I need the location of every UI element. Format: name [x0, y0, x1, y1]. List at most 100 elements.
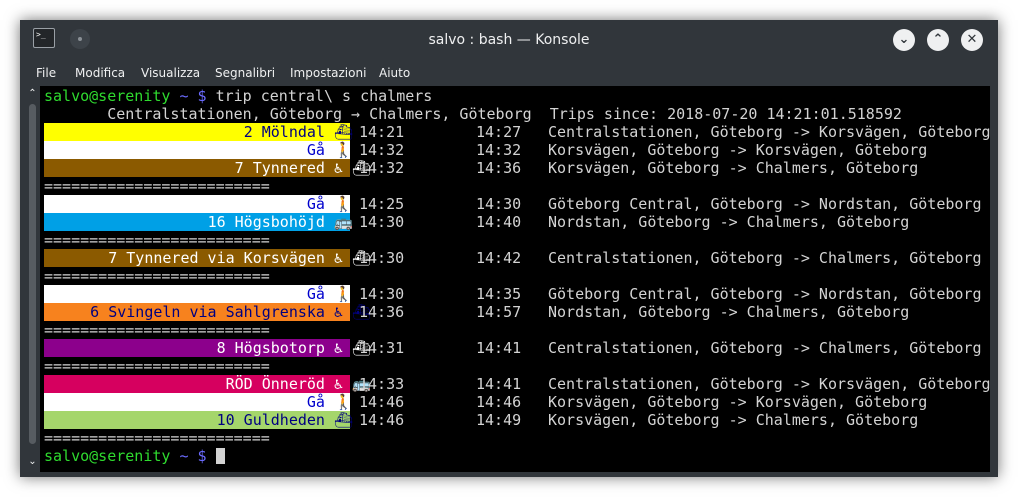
arrival-time: 14:30	[476, 195, 522, 213]
tram-icon: ⛴	[334, 411, 354, 429]
arrival-time: 14:36	[476, 159, 522, 177]
walk-icon: 🚶	[334, 285, 353, 303]
scrollbar[interactable]: ⌃ ⌄	[25, 86, 40, 472]
command-line: salvo@serenity ~ $ trip central\ s chalm…	[44, 87, 432, 105]
arrival-time: 14:27	[476, 123, 522, 141]
menu-segnalibri[interactable]: Segnalibri	[215, 62, 275, 84]
tram-icon: ♿ ⛴	[334, 303, 372, 321]
tram-icon: ♿ ⛴	[334, 339, 372, 357]
route-text: Centralstationen, Göteborg -> Chalmers, …	[548, 249, 982, 267]
command-text: trip central\ s chalmers	[215, 87, 433, 105]
trip-leg-row: 10 Guldheden ⛴ 14:46 14:49 Korsvägen, Göteb…	[44, 411, 994, 429]
line-badge: 6 Svingeln via Sahlgrenska ♿ ⛴	[44, 303, 372, 321]
departure-time: 14:33	[359, 375, 405, 393]
line-name: Gå	[306, 393, 334, 411]
walk-icon: 🚶	[334, 195, 353, 213]
menu-visualizza[interactable]: Visualizza	[141, 62, 200, 84]
arrival-time: 14:46	[476, 393, 522, 411]
trip-leg-row: Gå 🚶 14:32 14:32 Korsvägen, Göteborg -> Kor…	[44, 141, 994, 159]
prompt-path: ~	[179, 87, 189, 105]
line-name: 2 Mölndal	[243, 123, 334, 141]
menu-impostazioni[interactable]: Impostazioni	[290, 62, 366, 84]
window-title: salvo : bash — Konsole	[428, 32, 590, 48]
departure-time: 14:30	[359, 249, 405, 267]
prompt-path: ~	[179, 447, 189, 465]
prompt-symbol: $	[197, 447, 207, 465]
trip-leg-row: Gå 🚶 14:46 14:46 Korsvägen, Göteborg -> Kor…	[44, 393, 994, 411]
menu-bar: File Modifica Visualizza Segnalibri Impo…	[20, 62, 998, 84]
trip-header: Centralstationen, Göteborg → Chalmers, G…	[44, 105, 902, 123]
trip-leg-row: 7 Tynnered via Korsvägen ♿ ⛴ 14:30 14:42 Ce…	[44, 249, 994, 267]
line-badge: 7 Tynnered ♿ ⛴	[44, 159, 372, 177]
departure-time: 14:46	[359, 411, 405, 429]
menu-aiuto[interactable]: Aiuto	[379, 62, 410, 84]
route-text: Göteborg Central, Göteborg -> Nordstan, …	[548, 195, 982, 213]
close-button[interactable]: ✕	[961, 29, 983, 51]
line-badge: 16 Högsbohöjd 🚌	[44, 213, 353, 231]
text-cursor[interactable]	[215, 448, 225, 464]
scroll-down-icon[interactable]: ⌄	[27, 456, 38, 468]
prompt-user-host: salvo@serenity	[44, 447, 171, 465]
line-name: Gå	[306, 285, 334, 303]
route-text: Centralstationen, Göteborg -> Korsvägen,…	[548, 123, 991, 141]
line-badge: Gå 🚶	[44, 285, 353, 303]
tram-icon: ♿ ⛴	[334, 159, 372, 177]
prompt-user-host: salvo@serenity	[44, 87, 171, 105]
trip-leg-row: 16 Högsbohöjd 🚌 14:30 14:40 Nordstan, Göteb…	[44, 213, 994, 231]
route-text: Korsvägen, Göteborg -> Chalmers, Götebor…	[548, 159, 919, 177]
trip-separator: =========================	[44, 231, 270, 249]
route-text: Centralstationen, Göteborg -> Korsvägen,…	[548, 375, 991, 393]
line-name: 7 Tynnered via Korsvägen	[108, 249, 334, 267]
scroll-track[interactable]	[29, 104, 36, 444]
line-name: 8 Högsbotorp	[216, 339, 334, 357]
terminal-view[interactable]: ⌃ ⌄ salvo@serenity ~ $ trip central\ s c…	[25, 86, 991, 472]
arrival-time: 14:32	[476, 141, 522, 159]
konsole-window: >_ salvo : bash — Konsole ⌄ ⌃ ✕ File Mod…	[20, 20, 998, 477]
arrival-time: 14:49	[476, 411, 522, 429]
trip-leg-row: RÖD Önneröd ♿ 🚌 14:33 14:41 Centralstatione…	[44, 375, 994, 393]
prompt-symbol: $	[197, 87, 207, 105]
line-name: Gå	[306, 141, 334, 159]
line-name: 7 Tynnered	[234, 159, 334, 177]
route-text: Korsvägen, Göteborg -> Chalmers, Götebor…	[548, 411, 919, 429]
route-text: Korsvägen, Göteborg -> Korsvägen, Götebo…	[548, 393, 928, 411]
route-text: Korsvägen, Göteborg -> Korsvägen, Götebo…	[548, 141, 928, 159]
route-text: Nordstan, Göteborg -> Chalmers, Göteborg	[548, 303, 910, 321]
line-name: 10 Guldheden	[216, 411, 334, 429]
line-name: RÖD Önneröd	[225, 375, 334, 393]
arrival-time: 14:41	[476, 339, 522, 357]
trip-leg-row: 8 Högsbotorp ♿ ⛴ 14:31 14:41 Centralstation…	[44, 339, 994, 357]
walk-icon: 🚶	[334, 393, 353, 411]
trip-leg-row: Gå 🚶 14:30 14:35 Göteborg Central, Göteborg…	[44, 285, 994, 303]
departure-time: 14:36	[359, 303, 405, 321]
route-text: Göteborg Central, Göteborg -> Nordstan, …	[548, 285, 982, 303]
departure-time: 14:30	[359, 213, 405, 231]
walk-icon: 🚶	[334, 141, 353, 159]
departure-time: 14:46	[359, 393, 405, 411]
line-name: Gå	[306, 195, 334, 213]
menu-file[interactable]: File	[36, 62, 56, 84]
menu-modifica[interactable]: Modifica	[75, 62, 125, 84]
route-text: Nordstan, Göteborg -> Chalmers, Göteborg	[548, 213, 910, 231]
line-badge: 8 Högsbotorp ♿ ⛴	[44, 339, 372, 357]
departure-time: 14:21	[359, 123, 405, 141]
line-name: 16 Högsbohöjd	[207, 213, 334, 231]
title-bar[interactable]: >_ salvo : bash — Konsole ⌄ ⌃ ✕	[20, 20, 998, 58]
departure-time: 14:25	[359, 195, 405, 213]
trip-separator: =========================	[44, 357, 270, 375]
arrival-time: 14:41	[476, 375, 522, 393]
line-badge: Gå 🚶	[44, 393, 353, 411]
bus-icon: 🚌	[334, 213, 353, 231]
line-name: 6 Svingeln via Sahlgrenska	[90, 303, 334, 321]
scroll-up-icon[interactable]: ⌃	[27, 88, 38, 100]
departure-time: 14:32	[359, 141, 405, 159]
line-badge: Gå 🚶	[44, 141, 353, 159]
trip-separator: =========================	[44, 267, 270, 285]
tram-icon: ♿ ⛴	[334, 249, 372, 267]
tram-icon: ⛴	[334, 123, 354, 141]
maximize-button[interactable]: ⌃	[927, 29, 949, 51]
scroll-thumb[interactable]	[29, 104, 36, 444]
minimize-button[interactable]: ⌄	[893, 29, 915, 51]
arrival-time: 14:40	[476, 213, 522, 231]
arrival-time: 14:57	[476, 303, 522, 321]
